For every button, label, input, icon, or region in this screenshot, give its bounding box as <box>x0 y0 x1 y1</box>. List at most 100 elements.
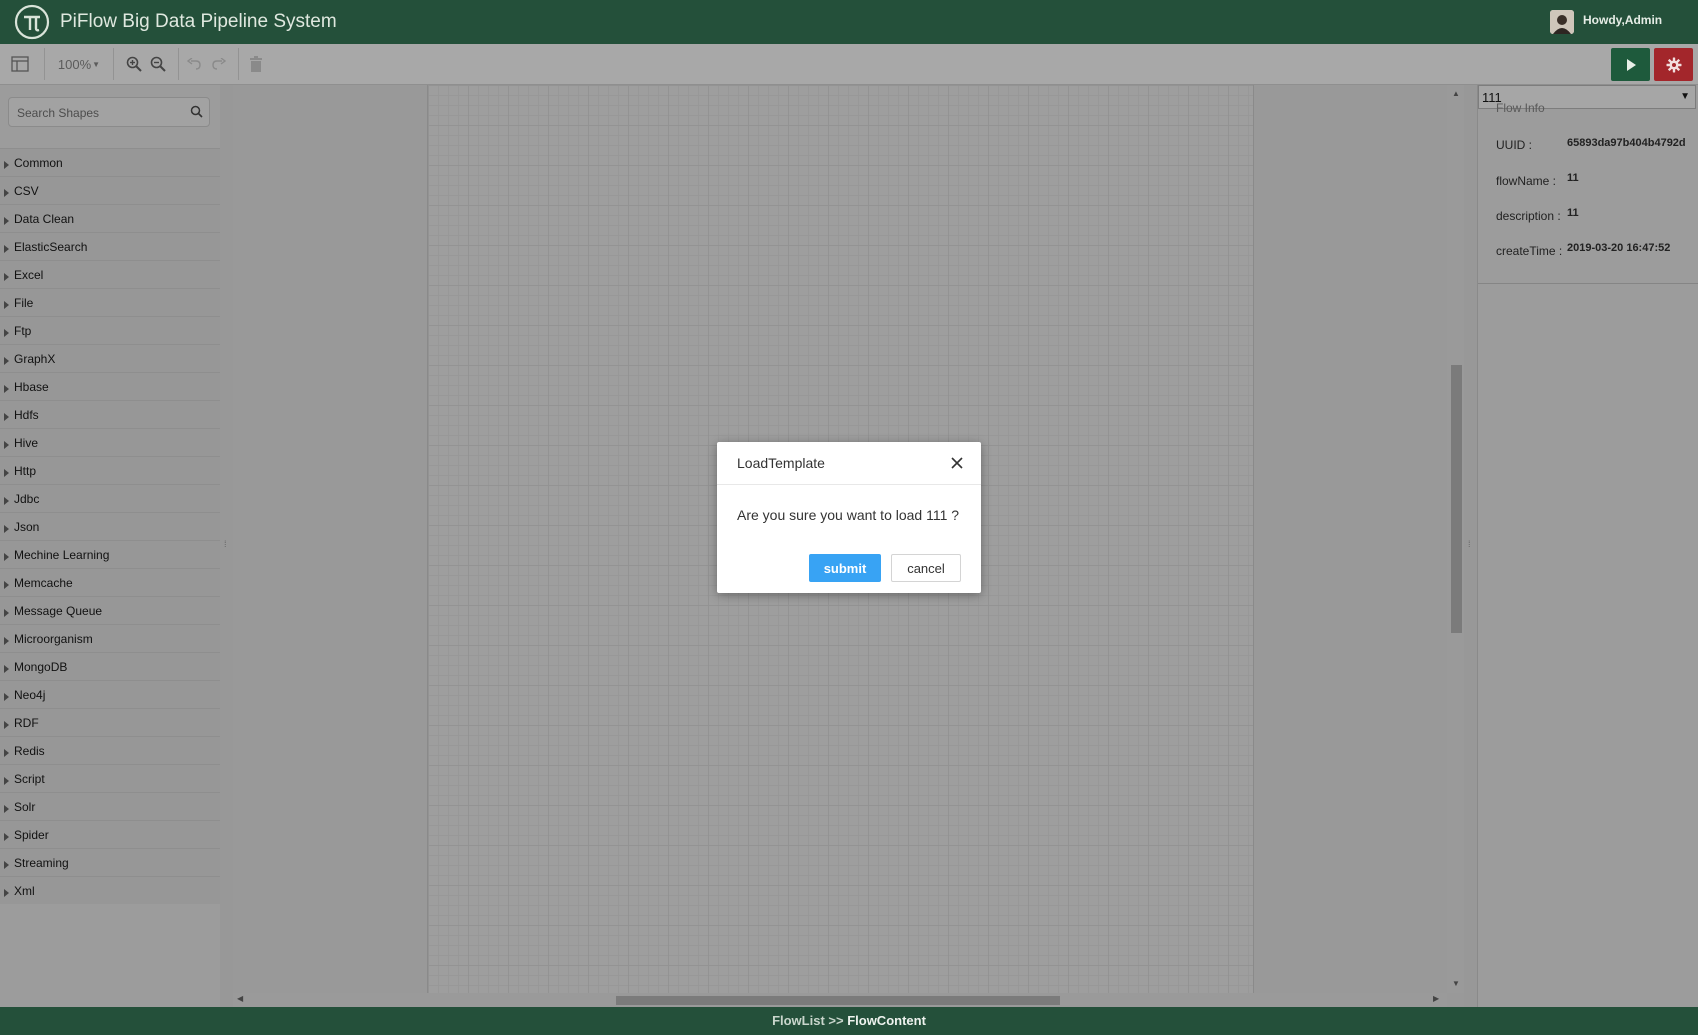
category-item[interactable]: Excel <box>0 260 220 288</box>
caret-right-icon <box>4 858 9 872</box>
avatar[interactable] <box>1550 10 1574 34</box>
category-label: Redis <box>14 744 45 758</box>
right-panel-splitter[interactable]: ⁞ <box>1464 85 1477 1007</box>
category-item[interactable]: Http <box>0 456 220 484</box>
splitter-handle-icon: ⁞ <box>224 539 227 549</box>
toolbar: 100% ▼ <box>0 44 1698 85</box>
category-item[interactable]: Spider <box>0 820 220 848</box>
category-item[interactable]: Common <box>0 148 220 176</box>
category-item[interactable]: Microorganism <box>0 624 220 652</box>
search-input[interactable] <box>15 98 189 128</box>
category-item[interactable]: Ftp <box>0 316 220 344</box>
category-item[interactable]: Data Clean <box>0 204 220 232</box>
caret-right-icon <box>4 438 9 452</box>
info-key: flowName : <box>1496 174 1557 188</box>
category-item[interactable]: Xml <box>0 876 220 904</box>
info-value: 11 <box>1567 207 1579 219</box>
category-item[interactable]: MongoDB <box>0 652 220 680</box>
caret-right-icon <box>4 662 9 676</box>
trash-icon[interactable] <box>246 44 266 84</box>
caret-right-icon <box>4 186 9 200</box>
category-label: Excel <box>14 268 44 282</box>
user-greeting[interactable]: Howdy,Admin <box>1583 13 1662 27</box>
flow-info-title: Flow Info <box>1496 101 1545 115</box>
scroll-right-icon[interactable]: ▶ <box>1433 994 1439 1003</box>
cancel-button[interactable]: cancel <box>891 554 961 582</box>
footer-breadcrumb: FlowList >> FlowContent <box>0 1007 1698 1035</box>
caret-right-icon <box>4 830 9 844</box>
breadcrumb-parent-link[interactable]: FlowList >> <box>772 1013 844 1028</box>
category-label: Http <box>14 464 37 478</box>
horizontal-scroll-thumb[interactable] <box>616 996 1060 1005</box>
caret-right-icon <box>4 634 9 648</box>
category-label: Message Queue <box>14 604 103 618</box>
app-header: PiFlow Big Data Pipeline System Howdy,Ad… <box>0 0 1698 44</box>
category-item[interactable]: Redis <box>0 736 220 764</box>
caret-right-icon <box>4 466 9 480</box>
toolbar-divider <box>44 48 45 80</box>
toolbar-divider <box>113 48 114 80</box>
category-item[interactable]: Streaming <box>0 848 220 876</box>
category-item[interactable]: RDF <box>0 708 220 736</box>
caret-right-icon <box>4 354 9 368</box>
zoom-out-icon[interactable] <box>148 44 168 84</box>
caret-right-icon <box>4 550 9 564</box>
toolbar-divider <box>238 48 239 80</box>
category-item[interactable]: Memcache <box>0 568 220 596</box>
category-item[interactable]: Hdfs <box>0 400 220 428</box>
caret-right-icon <box>4 578 9 592</box>
category-item[interactable]: Neo4j <box>0 680 220 708</box>
category-item[interactable]: Mechine Learning <box>0 540 220 568</box>
submit-button[interactable]: submit <box>809 554 881 582</box>
run-flow-button[interactable] <box>1611 48 1650 81</box>
category-label: Solr <box>14 800 36 814</box>
category-label: Hdfs <box>14 408 39 422</box>
category-item[interactable]: File <box>0 288 220 316</box>
category-item[interactable]: GraphX <box>0 344 220 372</box>
dialog-message: Are you sure you want to load 111 ? <box>737 507 960 523</box>
info-value: 65893da97b404b4792d <box>1567 137 1686 149</box>
caret-right-icon <box>4 718 9 732</box>
gear-icon <box>1666 57 1681 72</box>
scroll-left-icon[interactable]: ◀ <box>237 994 243 1003</box>
piflow-logo-icon[interactable] <box>13 3 51 41</box>
close-icon[interactable] <box>949 455 965 471</box>
search-icon[interactable] <box>190 105 203 118</box>
settings-button[interactable] <box>1654 48 1693 81</box>
info-key: description : <box>1496 209 1561 223</box>
undo-icon[interactable] <box>185 44 203 84</box>
category-label: Json <box>14 520 40 534</box>
category-item[interactable]: Hive <box>0 428 220 456</box>
scroll-down-icon[interactable]: ▼ <box>1452 979 1460 988</box>
category-item[interactable]: Json <box>0 512 220 540</box>
dialog-title: LoadTemplate <box>737 455 825 471</box>
category-item[interactable]: CSV <box>0 176 220 204</box>
horizontal-scrollbar[interactable]: ◀ ▶ <box>233 993 1447 1007</box>
info-key: UUID : <box>1496 138 1532 152</box>
zoom-in-icon[interactable] <box>124 44 144 84</box>
redo-icon[interactable] <box>210 44 228 84</box>
scroll-up-icon[interactable]: ▲ <box>1452 89 1460 98</box>
sidebar-splitter[interactable]: ⁞ <box>220 85 233 1007</box>
category-item[interactable]: Hbase <box>0 372 220 400</box>
category-label: GraphX <box>14 352 56 366</box>
info-divider <box>1478 283 1698 284</box>
caret-right-icon <box>4 298 9 312</box>
category-label: Xml <box>14 884 35 898</box>
category-item[interactable]: Jdbc <box>0 484 220 512</box>
zoom-level-select[interactable]: 100% ▼ <box>55 44 103 84</box>
category-label: Neo4j <box>14 688 46 702</box>
category-item[interactable]: Solr <box>0 792 220 820</box>
caret-right-icon <box>4 746 9 760</box>
category-label: Streaming <box>14 856 69 870</box>
category-label: Memcache <box>14 576 73 590</box>
category-item[interactable]: ElasticSearch <box>0 232 220 260</box>
vertical-scroll-thumb[interactable] <box>1451 365 1462 633</box>
chevron-down-icon: ▼ <box>1680 91 1690 102</box>
vertical-scrollbar[interactable]: ▲ ▼ <box>1447 85 1464 993</box>
caret-right-icon <box>4 690 9 704</box>
category-item[interactable]: Script <box>0 764 220 792</box>
category-item[interactable]: Message Queue <box>0 596 220 624</box>
layout-panel-icon[interactable] <box>8 44 32 84</box>
category-label: Hbase <box>14 380 49 394</box>
